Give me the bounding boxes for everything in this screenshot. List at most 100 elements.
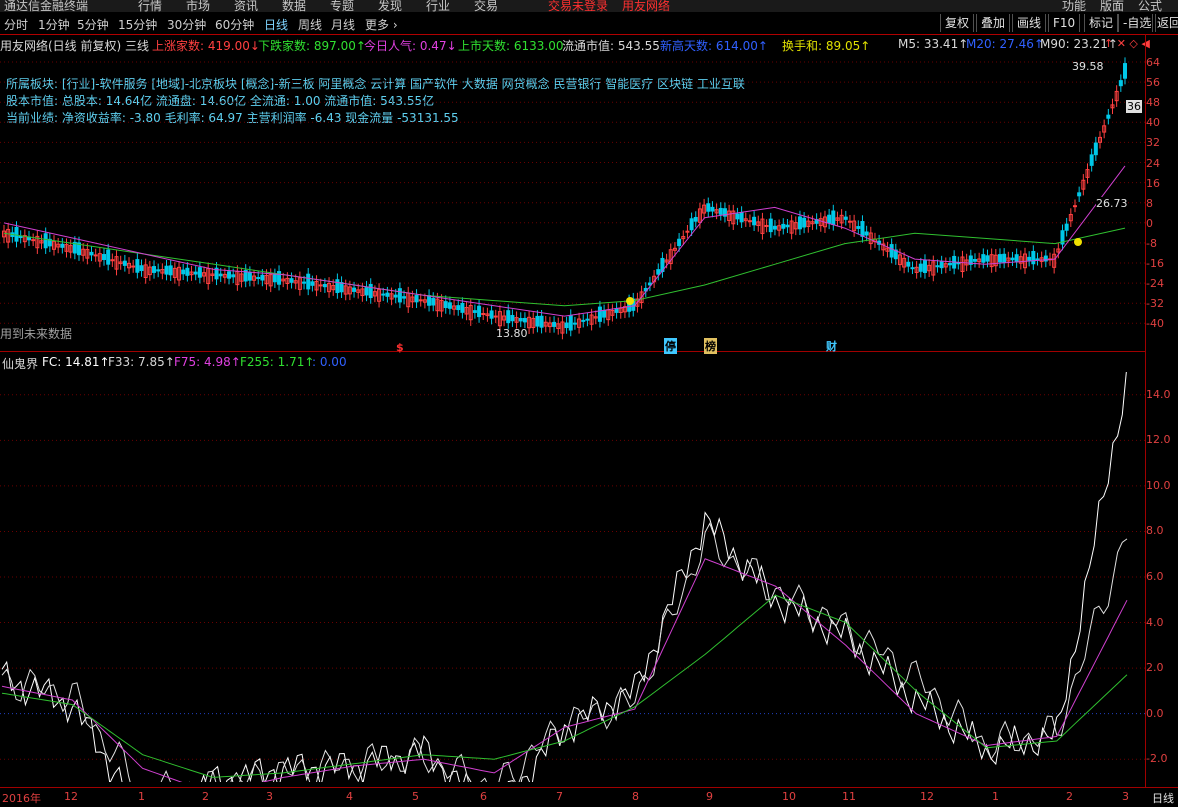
period-tab-30min[interactable]: 30分钟 (167, 16, 206, 33)
ma5-value: M5: 33.41↑ (898, 37, 969, 51)
price-axis-tick: 16 (1146, 176, 1160, 190)
price-candle-body (1035, 258, 1040, 261)
price-candle-body (718, 207, 723, 215)
time-axis-label: 2016年 (2, 792, 41, 805)
price-candle-body (772, 225, 777, 230)
price-candle-body (1089, 154, 1094, 166)
price-candle-body (656, 269, 661, 275)
time-axis-label: 4 (346, 790, 353, 803)
price-candle-body (231, 274, 236, 278)
price-candle-body (272, 274, 277, 283)
event-marker-dollar[interactable]: $ (396, 341, 404, 354)
f10-button[interactable]: F10 (1048, 14, 1081, 32)
period-tab-60min[interactable]: 60分钟 (215, 16, 254, 33)
indicator-axis-tick: 8.0 (1146, 524, 1164, 538)
price-candle-body (18, 236, 23, 239)
price-candle-body (518, 318, 523, 322)
period-toolbar: 分时 1分钟 5分钟 15分钟 30分钟 60分钟 日线 周线 月线 更多 › … (0, 12, 1178, 35)
price-candle-body (522, 317, 527, 323)
adjust-button[interactable]: 复权 (940, 14, 975, 32)
price-candle-body (427, 295, 432, 306)
menu-item-layout[interactable]: 版面 (1100, 0, 1124, 12)
menu-item-market[interactable]: 行情 (138, 0, 162, 12)
price-candle-body (1002, 253, 1007, 263)
price-candle-body (585, 318, 590, 321)
price-candle-body (1118, 80, 1123, 87)
price-candle-body (135, 259, 140, 273)
add-favorite-button[interactable]: -自选 (1118, 14, 1157, 32)
settings-icons[interactable]: ↑ ✕ ◇ ◀ (1104, 37, 1150, 50)
price-candle-body (335, 279, 340, 294)
price-chart[interactable] (0, 52, 1145, 342)
period-tab-1min[interactable]: 1分钟 (38, 16, 70, 33)
price-axis-tick: -40 (1146, 317, 1164, 331)
event-marker-suspend[interactable]: 停 (664, 338, 677, 354)
price-axis-tick: -32 (1146, 297, 1164, 311)
low-price-label: 13.80 (496, 327, 528, 340)
price-candle-body (364, 286, 369, 296)
price-candle-body (739, 211, 744, 223)
time-axis-label: 7 (556, 790, 563, 803)
menu-item-topics[interactable]: 专题 (330, 0, 354, 12)
menu-item-news[interactable]: 资讯 (234, 0, 258, 12)
price-candle-body (764, 224, 769, 227)
period-tab-daily[interactable]: 日线 (264, 16, 288, 33)
period-tab-weekly[interactable]: 周线 (298, 16, 322, 33)
price-candle-body (197, 267, 202, 278)
price-candle-body (693, 216, 698, 222)
price-candle-body (1077, 192, 1082, 197)
time-axis-label: 2 (202, 790, 209, 803)
indicator-axis-tick: 4.0 (1146, 615, 1164, 629)
time-axis-label: 8 (632, 790, 639, 803)
price-candle-body (302, 281, 307, 284)
price-candle-body (381, 293, 386, 296)
signal-dot (626, 297, 634, 305)
price-candle-body (477, 305, 482, 318)
price-candle-body (185, 267, 190, 276)
cursor-price-tag: 36 (1126, 100, 1142, 113)
menu-item-function[interactable]: 功能 (1062, 0, 1086, 12)
indicator-axis-tick: 14.0 (1146, 387, 1171, 401)
price-candle-body (685, 230, 690, 233)
indicator-name[interactable]: 仙鬼界 (2, 355, 38, 372)
event-marker-finance[interactable]: 财 (826, 338, 837, 354)
period-tab-5min[interactable]: 5分钟 (77, 16, 109, 33)
price-candle-body (168, 265, 173, 276)
price-axis-tick: 32 (1146, 136, 1160, 150)
price-candle-body (322, 283, 327, 288)
mark-button[interactable]: 标记 (1084, 14, 1119, 32)
price-candle-body (831, 210, 836, 225)
period-tab-monthly[interactable]: 月线 (331, 16, 355, 33)
price-candle-body (368, 283, 373, 299)
price-candle-body (981, 254, 986, 263)
price-candle-body (14, 226, 19, 242)
price-candle-body (256, 276, 261, 279)
indicator-chart[interactable] (0, 372, 1145, 782)
time-axis-label: 11 (842, 790, 856, 803)
menu-item-formula[interactable]: 公式 (1138, 0, 1162, 12)
price-candle-body (956, 262, 961, 265)
menu-item-data[interactable]: 数据 (282, 0, 306, 12)
price-candle-body (93, 254, 98, 257)
period-tab-15min[interactable]: 15分钟 (118, 16, 157, 33)
menu-item-industry[interactable]: 行业 (426, 0, 450, 12)
menu-item-discover[interactable]: 发现 (378, 0, 402, 12)
login-status[interactable]: 交易未登录 (548, 0, 608, 12)
indicator-axis-tick: 6.0 (1146, 570, 1164, 583)
period-tab-intraday[interactable]: 分时 (4, 16, 28, 33)
menu-item-trade[interactable]: 交易 (474, 0, 498, 12)
price-candle-body (260, 274, 265, 281)
price-candle-body (802, 217, 807, 228)
price-candle-body (710, 206, 715, 212)
price-candle-body (1093, 142, 1098, 156)
draw-line-button[interactable]: 画线 (1012, 14, 1047, 32)
menu-item-market-board[interactable]: 市场 (186, 0, 210, 12)
price-candle-body (181, 269, 186, 275)
overlay-button[interactable]: 叠加 (976, 14, 1011, 32)
pane-divider (0, 351, 1145, 352)
event-marker-ranking[interactable]: 榜 (704, 338, 717, 354)
indicator-axis-tick: 0.0 (1146, 706, 1164, 720)
back-button[interactable]: 返回 (1152, 14, 1178, 32)
period-tab-more[interactable]: 更多 › (365, 16, 398, 33)
price-candle-body (922, 260, 927, 273)
